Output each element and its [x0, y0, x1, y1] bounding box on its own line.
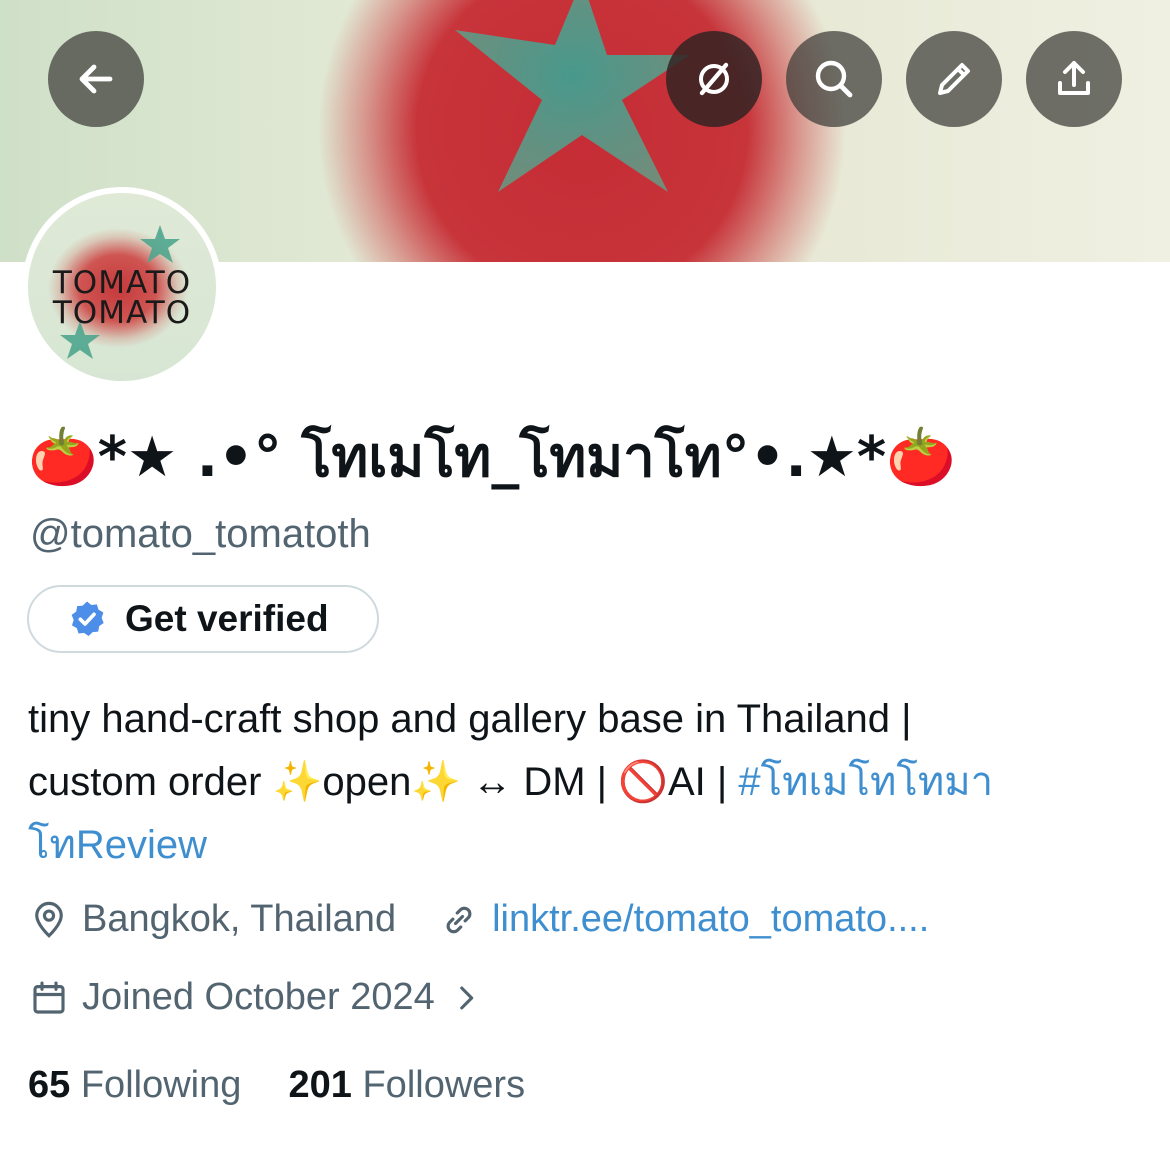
back-button[interactable] [48, 31, 144, 127]
get-verified-label: Get verified [125, 598, 329, 639]
verified-badge-icon [71, 601, 104, 636]
share-button[interactable] [1026, 31, 1122, 127]
grok-icon [699, 62, 729, 96]
edit-button[interactable] [906, 31, 1002, 127]
joined-text: Joined October 2024 [82, 976, 435, 1018]
following-label: Following [80, 1064, 242, 1106]
profile-stats: 65 Following 201 Followers [28, 1060, 525, 1110]
share-icon [1058, 61, 1090, 95]
get-verified-button[interactable]: Get verified [27, 585, 379, 653]
following-link[interactable]: 65 Following [28, 1064, 241, 1106]
joined-row[interactable]: Joined October 2024 [28, 976, 495, 1019]
edit-pencil-icon [938, 63, 970, 95]
followers-label: Followers [362, 1064, 526, 1106]
grok-button[interactable] [666, 31, 762, 127]
location-pin-icon [35, 901, 63, 938]
avatar-logo-line2: TOMATO [52, 295, 192, 331]
calendar-icon [33, 981, 65, 1014]
profile-bio: tiny hand-craft shop and gallery base in… [28, 688, 1143, 877]
bio-line1: tiny hand-craft shop and gallery base in… [28, 697, 912, 741]
search-icon [815, 60, 853, 98]
avatar-frame[interactable]: TOMATO TOMATO [22, 187, 222, 387]
display-name: 🍅*★ .•° โทเมโท_โทมาโท°•.★*🍅 [28, 425, 956, 490]
arrow-left-icon [79, 64, 113, 94]
followers-count: 201 [288, 1064, 352, 1106]
search-button[interactable] [786, 31, 882, 127]
avatar[interactable]: TOMATO TOMATO [28, 193, 216, 381]
website-link[interactable]: linktr.ee/tomato_tomato.... [492, 898, 929, 941]
followers-link[interactable]: 201 Followers [289, 1064, 526, 1106]
following-count: 65 [28, 1064, 71, 1106]
location-text: Bangkok, Thailand [82, 898, 397, 940]
bio-line2: custom order ✨open✨ ↔ DM | 🚫AI | [28, 760, 739, 804]
chevron-right-icon [460, 986, 474, 1009]
profile-meta-row: Bangkok, Thailand linktr.ee/tomato_tomat… [28, 898, 929, 941]
link-icon [446, 906, 472, 933]
user-handle: @tomato_tomatoth [30, 512, 371, 556]
